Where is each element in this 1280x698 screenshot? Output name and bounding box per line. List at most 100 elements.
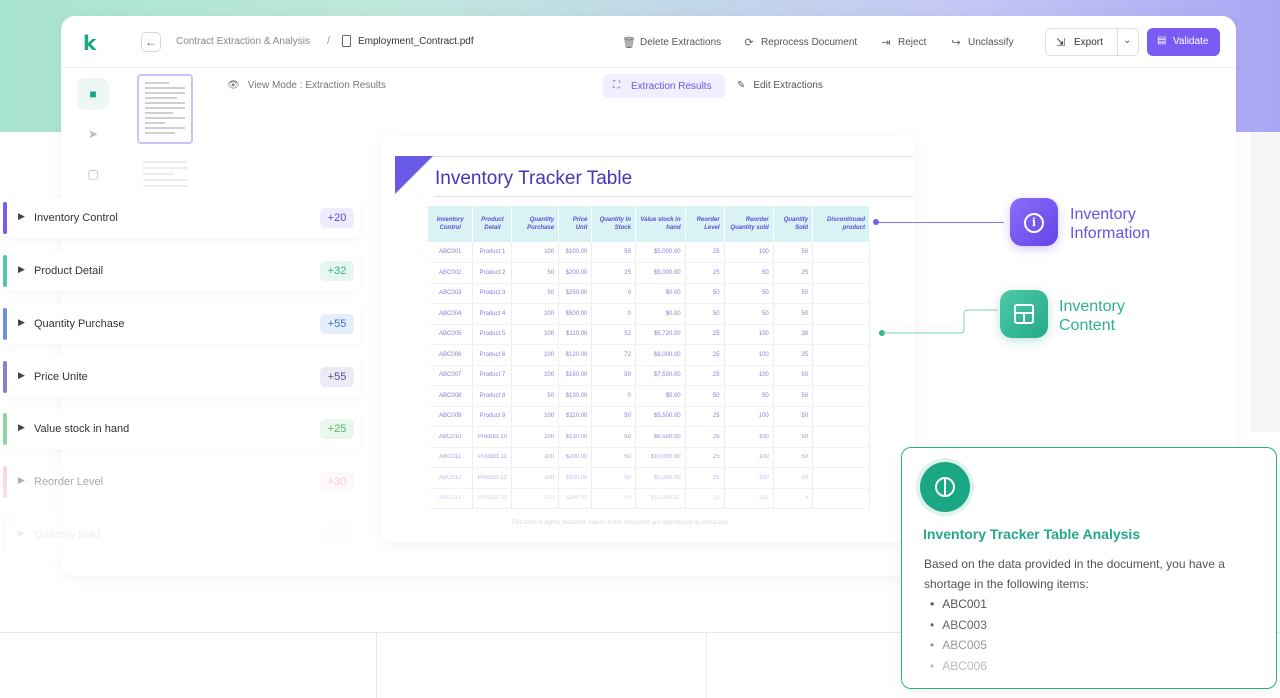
extraction-item[interactable]: ▶ Inventory Control +20 (3, 198, 360, 238)
document-rule-bottom (435, 196, 913, 197)
extraction-label: Reorder Level (34, 476, 104, 488)
delete-extractions-button[interactable]: 🗑 Delete Extractions (622, 36, 721, 49)
extraction-label: Quantity Purchase (34, 318, 125, 330)
brain-icon (920, 462, 970, 512)
table-cell: 50 (773, 447, 814, 468)
back-button[interactable]: ← (141, 32, 161, 52)
table-header: Price Unit (558, 206, 593, 242)
reject-button[interactable]: ⇥ Reject (880, 36, 926, 49)
caret-right-icon[interactable]: ▶ (18, 211, 25, 222)
table-cell: 50 (724, 385, 774, 407)
table-cell: 25 (685, 488, 725, 509)
table-cell: 25 (773, 262, 814, 284)
table-row: ABC001 Product 1 100 $100.00 50 $5,000.00 25 10… (428, 242, 870, 263)
table-cell: $10,000.00 (635, 447, 686, 468)
color-bar (3, 413, 7, 445)
table-cell (812, 447, 870, 468)
breadcrumb-parent[interactable]: Contract Extraction & Analysis (176, 36, 310, 47)
table-header: Quantity Sold (773, 206, 814, 242)
table-cell: 50 (591, 426, 636, 448)
table-row: ABC002 Product 2 50 $200.00 25 $5,000.00 25 50 2… (428, 262, 870, 284)
info-icon: i (1010, 198, 1058, 246)
folder-icon[interactable]: ■ (77, 78, 109, 110)
table-cell: 100 (724, 488, 774, 509)
table-cell: Product 13 (472, 488, 513, 509)
table-cell: ABC007 (428, 365, 474, 386)
caret-right-icon[interactable]: ▶ (18, 528, 25, 539)
analysis-text: Based on the data provided in the docume… (924, 557, 1225, 591)
send-icon[interactable]: ➤ (77, 118, 109, 150)
callout-dot-info (873, 219, 879, 225)
color-bar (3, 308, 7, 340)
table-cell: 100 (724, 344, 774, 366)
table-cell: $110.00 (558, 324, 593, 345)
count-badge: +20 (320, 208, 354, 228)
table-cell: 100 (724, 406, 774, 427)
table-cell: 50 (591, 447, 636, 468)
table-cell: 0 (591, 303, 636, 325)
table-cell (812, 406, 870, 427)
table-cell: 25 (685, 344, 725, 366)
table-cell: 72 (591, 344, 636, 366)
table-cell: 25 (773, 344, 814, 366)
reprocess-label: Reprocess Document (761, 37, 858, 48)
chevron-down-icon[interactable]: ⌄ (1123, 35, 1131, 46)
extraction-label: Quantity Sold (34, 529, 101, 541)
unclassify-button[interactable]: ↪ Unclassify (950, 36, 1013, 49)
document-check-icon: ▤ (1157, 35, 1167, 46)
document-preview: 1 Inventory Tracker Table Inventory Cont… (381, 136, 915, 542)
table-cell: 100 (511, 242, 560, 263)
table-cell: Product 2 (472, 262, 513, 284)
table-cell: Product 10 (472, 426, 513, 448)
table-cell: Product 12 (472, 467, 513, 489)
table-cell (812, 385, 870, 407)
table-cell: Product 6 (472, 344, 513, 366)
delete-extractions-label: Delete Extractions (640, 37, 722, 48)
page-thumbnail-1[interactable] (137, 74, 193, 144)
extraction-item[interactable]: ▶ Price Unite +55 (3, 357, 360, 397)
table-cell: 50 (591, 488, 636, 509)
table-cell: ABC005 (428, 324, 474, 345)
table-cell: 50 (724, 262, 774, 284)
table-cell: 100 (511, 324, 560, 345)
app-logo[interactable]: k (83, 31, 103, 55)
table-cell: 25 (591, 262, 636, 284)
table-cell: $150.00 (558, 365, 593, 386)
extraction-item[interactable]: ▶ Quantity Purchase +55 (3, 304, 360, 344)
color-bar (3, 202, 7, 234)
table-cell: 50 (511, 262, 560, 284)
export-button[interactable]: ⇲ Export ⌄ (1045, 28, 1139, 56)
extraction-item[interactable]: ▶ Product Detail +32 (3, 251, 360, 291)
table-cell (812, 426, 870, 448)
caret-right-icon[interactable]: ▶ (18, 264, 25, 275)
extraction-item[interactable]: ▶ Value stock in hand +25 (3, 409, 360, 449)
extraction-item[interactable]: ▶ Reorder Level +30 (3, 462, 360, 502)
count-badge: +55 (320, 367, 354, 387)
box-icon[interactable]: ▢ (77, 158, 109, 190)
page-thumbnail-2[interactable] (143, 161, 187, 201)
callout-inventory-content: Inventory Content (1059, 298, 1125, 334)
table-cell: Product 11 (472, 447, 513, 468)
table-cell: 50 (773, 365, 814, 386)
table-cell: 50 (591, 365, 636, 386)
tab-extraction-results-label: Extraction Results (631, 81, 712, 92)
caret-right-icon[interactable]: ▶ (18, 370, 25, 381)
table-cell: 100 (724, 467, 774, 489)
reprocess-document-button[interactable]: ⟳ Reprocess Document (743, 36, 857, 49)
caret-right-icon[interactable]: ▶ (18, 475, 25, 486)
table-cell: ABC004 (428, 303, 474, 325)
table-cell: $120.00 (558, 344, 593, 366)
tab-extraction-results[interactable]: ⛶ Extraction Results (603, 74, 725, 98)
tab-edit-extractions[interactable]: ✎ Edit Extractions (737, 80, 823, 91)
extraction-item[interactable]: ▶ Quantity Sold +40 (3, 515, 360, 555)
reject-label: Reject (898, 37, 927, 48)
caret-right-icon[interactable]: ▶ (18, 317, 25, 328)
table-cell: 25 (685, 426, 725, 448)
extraction-label: Product Detail (34, 265, 104, 277)
table-cell (812, 242, 870, 263)
table-cell: 100 (511, 406, 560, 427)
caret-right-icon[interactable]: ▶ (18, 422, 25, 433)
table-cell: 100 (724, 447, 774, 468)
table-row: ABC005 Product 5 100 $110.00 52 $5,720.00 25 10… (428, 324, 870, 345)
validate-button[interactable]: ▤ Validate (1147, 28, 1220, 56)
